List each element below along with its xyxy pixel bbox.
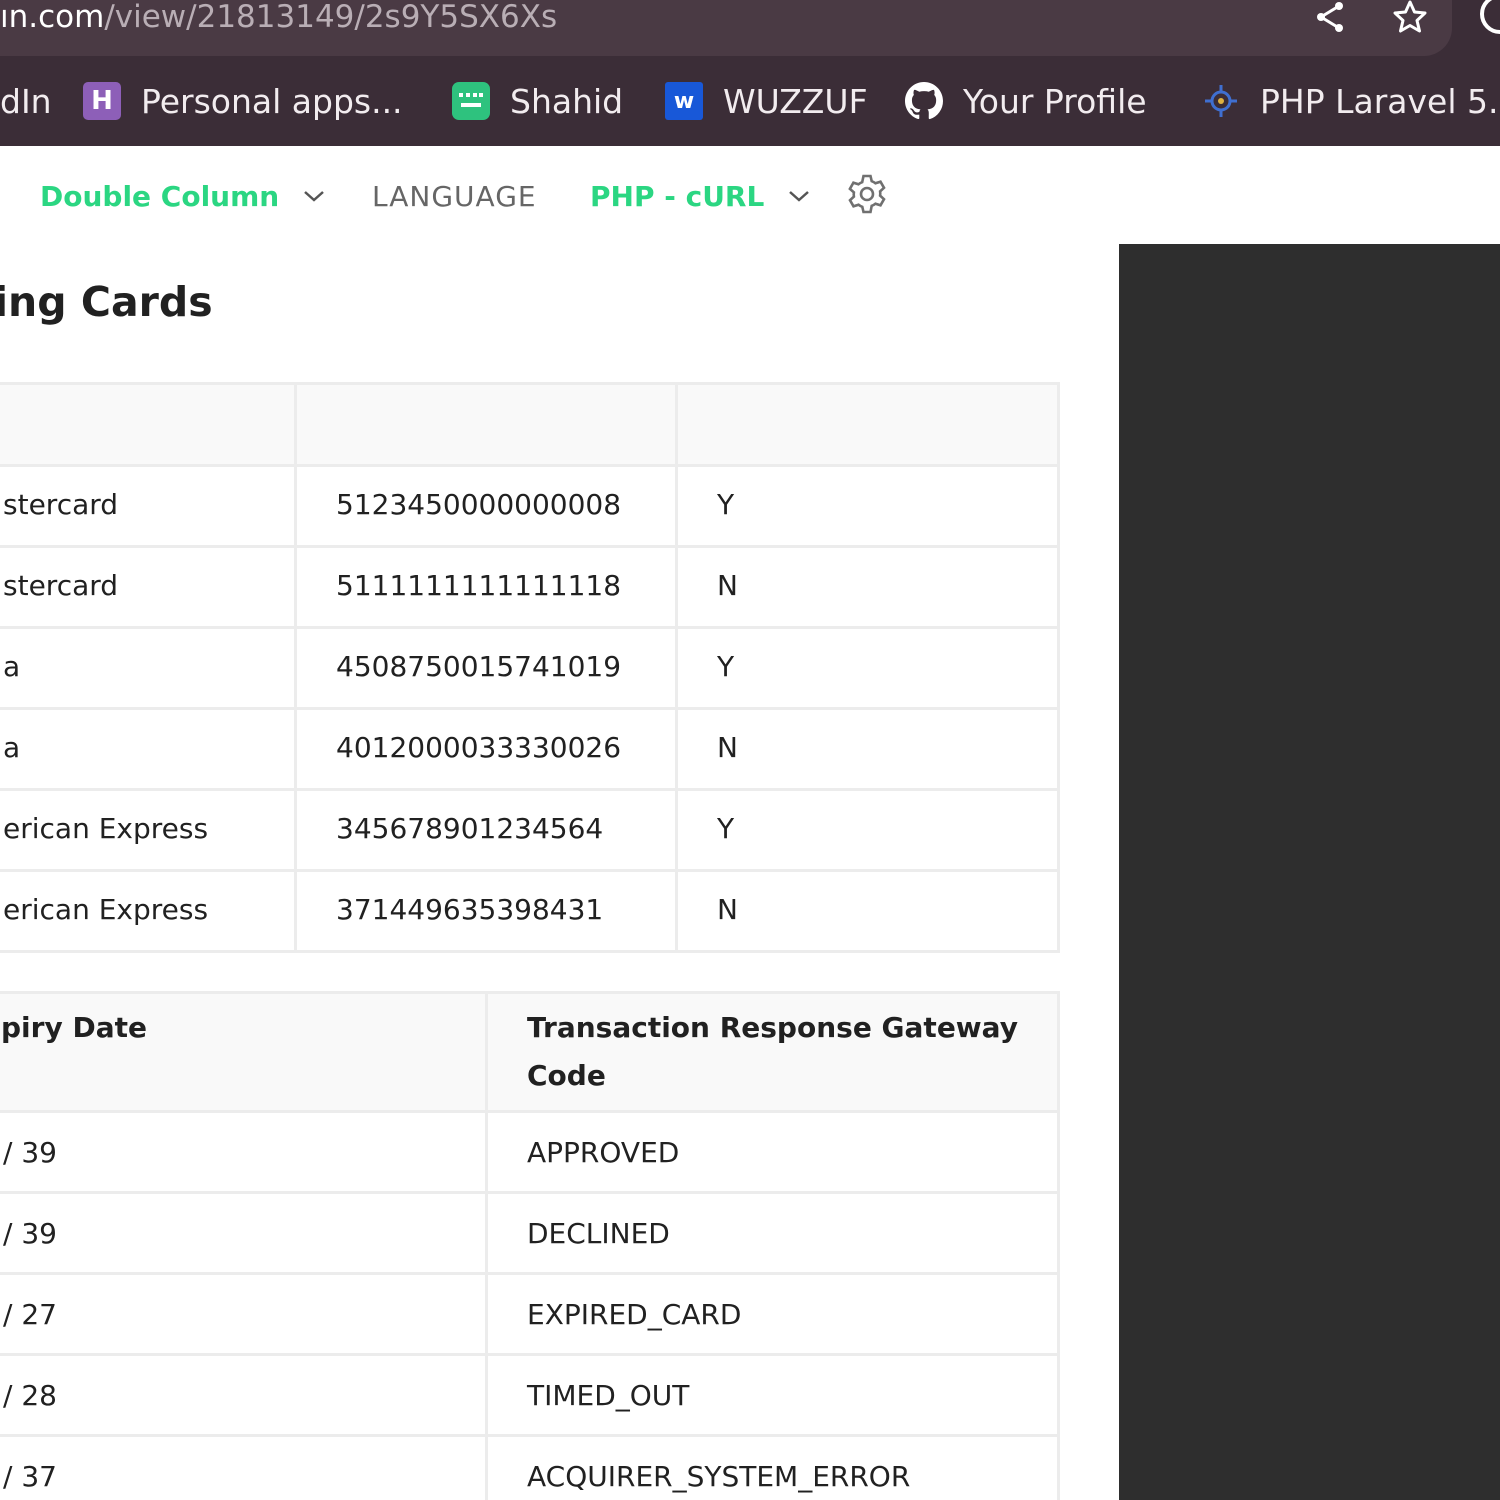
gateway-code: TIMED_OUT [485,1353,1060,1437]
code-example-panel [1119,244,1500,1500]
expiry-date: / 37 [0,1434,488,1500]
card-number: 5111111111111118 [294,545,678,629]
language-dropdown[interactable]: PHP - cURL [590,176,810,216]
table-row: erican Express 371449635398431 N [0,869,1060,953]
chevron-down-icon [788,189,810,203]
table-header-row: piry Date Transaction Response Gateway C… [0,991,1060,1113]
bookmarks-bar: dIn H Personal apps... Shahid w WUZZUF Y… [0,56,1500,146]
card-flag: N [675,545,1060,629]
layout-label: Double Column [40,179,280,213]
bookmark-label: dIn [0,81,52,121]
bookmark-star-icon[interactable] [1390,0,1430,34]
bookmark-php-laravel[interactable]: PHP Laravel 5... [1202,78,1500,124]
card-number: 5123450000000008 [294,464,678,548]
card-brand: stercard [0,545,297,629]
card-number: 371449635398431 [294,869,678,953]
bookmark-label: Personal apps... [141,81,403,121]
table-row: / 27 EXPIRED_CARD [0,1272,1060,1356]
table-row: stercard 5123450000000008 Y [0,464,1060,548]
section-heading: ing Cards [0,278,213,326]
language-value: PHP - cURL [590,179,765,213]
wuzzuf-icon: w [665,82,703,120]
settings-gear-icon[interactable] [846,173,888,215]
card-flag: N [675,707,1060,791]
expiry-date: / 28 [0,1353,488,1437]
card-brand: a [0,626,297,710]
card-brand: erican Express [0,788,297,872]
laravel-icon [1202,82,1240,120]
card-flag: Y [675,626,1060,710]
bookmark-label: Shahid [510,81,624,121]
gateway-response-table: piry Date Transaction Response Gateway C… [0,991,1060,1500]
bookmark-your-profile[interactable]: Your Profile [905,78,1147,124]
card-flag: Y [675,788,1060,872]
card-number: 345678901234564 [294,788,678,872]
gateway-code: APPROVED [485,1110,1060,1194]
header-cell [675,382,1060,467]
bookmark-shahid[interactable]: Shahid [452,78,623,124]
header-expiry-date: piry Date [0,991,488,1113]
gateway-code: EXPIRED_CARD [485,1272,1060,1356]
card-flag: N [675,869,1060,953]
documentation-toolbar: Double Column LANGUAGE PHP - cURL [0,146,1500,244]
table-row: / 39 DECLINED [0,1191,1060,1275]
url-path: /view/21813149/2s9Y5SX6Xs [104,0,558,35]
expiry-date: / 39 [0,1110,488,1194]
bookmark-linkedin[interactable]: dIn [0,78,52,124]
url-text[interactable]: ın.com/view/21813149/2s9Y5SX6Xs [0,0,557,40]
table-row: / 37 ACQUIRER_SYSTEM_ERROR [0,1434,1060,1500]
bookmark-label: WUZZUF [723,81,868,121]
gateway-code: ACQUIRER_SYSTEM_ERROR [485,1434,1060,1500]
github-icon [905,82,943,120]
table-row: / 28 TIMED_OUT [0,1353,1060,1437]
card-brand: a [0,707,297,791]
test-cards-table: stercard 5123450000000008 Y stercard 511… [0,382,1060,953]
address-bar[interactable]: ın.com/view/21813149/2s9Y5SX6Xs [0,0,1452,56]
table-row: a 4012000033330026 N [0,707,1060,791]
share-icon[interactable] [1310,0,1350,34]
header-cell [0,382,297,467]
table-row: stercard 5111111111111118 N [0,545,1060,629]
url-domain: ın.com [0,0,105,35]
header-cell [294,382,678,467]
layout-dropdown[interactable]: Double Column [40,176,325,216]
bookmark-label: Your Profile [963,81,1147,121]
shahid-icon [452,82,490,120]
table-row: erican Express 345678901234564 Y [0,788,1060,872]
bookmark-personal-apps[interactable]: H Personal apps... [83,78,403,124]
card-brand: stercard [0,464,297,548]
bookmark-wuzzuf[interactable]: w WUZZUF [665,78,868,124]
card-number: 4012000033330026 [294,707,678,791]
header-gateway-code: Transaction Response Gateway Code [485,991,1060,1113]
card-number: 4508750015741019 [294,626,678,710]
expiry-date: / 39 [0,1191,488,1275]
gateway-code: DECLINED [485,1191,1060,1275]
table-header-row [0,382,1060,467]
expiry-date: / 27 [0,1272,488,1356]
heroku-icon: H [83,82,121,120]
chevron-down-icon [303,189,325,203]
bookmark-label: PHP Laravel 5... [1260,81,1500,121]
card-brand: erican Express [0,869,297,953]
table-row: a 4508750015741019 Y [0,626,1060,710]
card-flag: Y [675,464,1060,548]
language-label: LANGUAGE [372,179,537,213]
table-row: / 39 APPROVED [0,1110,1060,1194]
